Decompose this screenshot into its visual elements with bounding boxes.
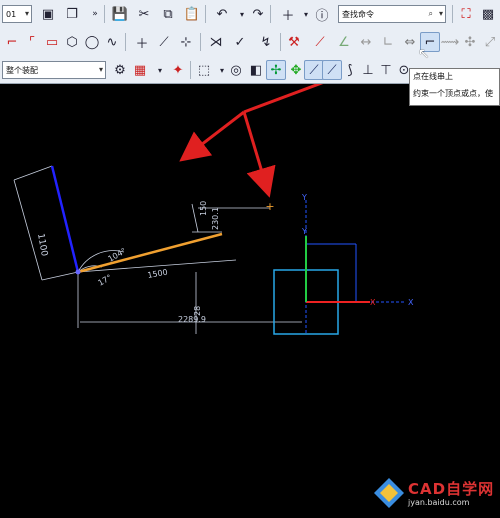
trim-icon[interactable]: ⟋	[154, 32, 174, 52]
blue-sketch-line[interactable]	[50, 165, 80, 273]
angle-icon[interactable]: ∠	[334, 32, 354, 52]
dimension-230: 230.1	[211, 207, 220, 230]
mouse-cursor-icon: ↖	[418, 46, 430, 62]
cut-icon[interactable]: ✂	[134, 4, 154, 24]
chevron-down-icon[interactable]: ▾	[99, 65, 103, 74]
dimension-1100: 1100	[35, 233, 49, 258]
horizontal-icon[interactable]: ↔	[356, 32, 376, 52]
command-search-field[interactable]: 查找命令 ⌕ ▾	[338, 5, 446, 23]
graphics-canvas[interactable]: + 1100 104° 17° 1500 2289.9 28 150 230.1…	[0, 44, 500, 508]
save-icon[interactable]: 💾	[110, 4, 130, 24]
watermark: CAD自学网 jyan.baidu.com	[372, 472, 500, 518]
vertical-icon[interactable]: ∟	[378, 32, 398, 52]
watermark-subtext: jyan.baidu.com	[408, 498, 470, 507]
copy-icon[interactable]: ⧉	[158, 4, 178, 24]
redo-icon[interactable]: ↷	[248, 4, 268, 24]
info-icon[interactable]: ⓘ	[312, 4, 332, 24]
offset-icon[interactable]: ⋊	[206, 32, 226, 52]
box-icon[interactable]: ▣	[38, 4, 58, 24]
undo-icon[interactable]: ↶	[212, 4, 232, 24]
annotation-arrows	[179, 44, 416, 198]
fit-view-icon[interactable]: ⛶	[456, 4, 476, 24]
equal-icon[interactable]: ⟿	[440, 32, 460, 52]
layer-field[interactable]: 01 ▾	[2, 5, 32, 23]
arc-icon[interactable]: ⌐	[2, 32, 22, 52]
mirror-icon[interactable]: ✓	[230, 32, 250, 52]
line-snap-icon[interactable]: ⟋	[304, 60, 324, 80]
layer-field-value: 01	[6, 9, 17, 19]
tooltip-title: 点在线串上	[413, 72, 453, 81]
divider	[280, 33, 281, 51]
filter-icon[interactable]: ⚙	[110, 60, 130, 80]
window-select-icon[interactable]: ⬚	[194, 60, 214, 80]
dimension-1500: 1500	[147, 268, 169, 280]
assembly-select[interactable]: 整个装配 ▾	[2, 61, 106, 79]
mid-point-icon[interactable]: ✥	[286, 60, 306, 80]
toolbar-row-1: 01 ▾ ▣ ❐ » 💾 ✂ ⧉ 📋 ↶ ▾ ↷ ＋ ▾ ⓘ 查找命令 ⌕ ▾ ⛶ ▩	[0, 2, 500, 28]
snap-icon[interactable]: ✦	[168, 60, 188, 80]
divider	[125, 33, 126, 51]
overflow-icon[interactable]: »	[85, 4, 105, 24]
quadrant-icon[interactable]: ⊥	[358, 60, 378, 80]
x-axis-label: X	[370, 298, 376, 307]
watermark-logo	[374, 478, 404, 508]
divider	[200, 33, 201, 51]
extend-icon[interactable]: ⊹	[176, 32, 196, 52]
divider	[205, 5, 206, 23]
watermark-text: CAD自学网	[408, 480, 495, 498]
search-icon[interactable]: ⌕	[429, 9, 433, 19]
point-icon[interactable]: ＋	[132, 32, 152, 52]
chevron-down-icon[interactable]: ▾	[150, 60, 170, 80]
circle-icon[interactable]: ◯	[82, 32, 102, 52]
plus-icon[interactable]: ＋	[278, 4, 298, 24]
intersection-icon[interactable]: ⊤	[376, 60, 396, 80]
rectangle-icon[interactable]: ▭	[42, 32, 62, 52]
tooltip: 点在线串上 约束一个顶点或点，使	[409, 68, 500, 106]
render-icon[interactable]: ▩	[478, 4, 498, 24]
corner-icon[interactable]: ⌜	[22, 32, 42, 52]
y-axis-label: Y	[301, 227, 307, 236]
chevron-down-icon[interactable]: ▾	[25, 9, 29, 18]
assembly-select-value: 整个装配	[6, 65, 38, 75]
tooltip-description: 约束一个顶点或点，使	[413, 89, 493, 98]
shade-icon[interactable]: ◧	[246, 60, 266, 80]
select-icon[interactable]: ▦	[130, 60, 150, 80]
divider	[270, 5, 271, 23]
coordinate-system: Y Y X X	[273, 193, 414, 335]
end-point-icon[interactable]: ✢	[266, 60, 286, 80]
arc-snap-icon[interactable]: ⟆	[340, 60, 360, 80]
command-search-placeholder: 查找命令	[342, 9, 374, 19]
sketch-svg: + 1100 104° 17° 1500 2289.9 28 150 230.1…	[13, 44, 416, 335]
target-point-marker[interactable]: +	[265, 200, 274, 213]
vertex-point[interactable]	[75, 269, 81, 275]
divider	[452, 5, 453, 23]
divider	[104, 5, 105, 23]
curve-snap-icon[interactable]: ⟋	[322, 60, 342, 80]
dimension-150: 150	[199, 201, 208, 216]
spline-icon[interactable]: ∿	[102, 32, 122, 52]
dimension-icon[interactable]: ⟋	[310, 32, 330, 52]
dimension-28: 28	[193, 306, 202, 316]
coincident-icon[interactable]: ✣	[460, 32, 480, 52]
constraint-icon[interactable]: ⚒	[284, 32, 304, 52]
dimension-17: 17°	[97, 273, 114, 288]
part-icon[interactable]: ❐	[62, 4, 82, 24]
polygon-icon[interactable]: ⬡	[62, 32, 82, 52]
view-icon[interactable]: ◎	[226, 60, 246, 80]
y-axis-label-upper: Y	[301, 193, 307, 202]
tangent-icon[interactable]: ⇔	[400, 32, 420, 52]
divider	[190, 61, 191, 79]
chevron-down-icon[interactable]: ▾	[439, 9, 443, 18]
fixed-icon[interactable]: ⤢	[480, 32, 500, 52]
paste-icon[interactable]: 📋	[182, 4, 202, 24]
pattern-icon[interactable]: ↯	[256, 32, 276, 52]
x-axis-label-outer: X	[408, 298, 414, 307]
